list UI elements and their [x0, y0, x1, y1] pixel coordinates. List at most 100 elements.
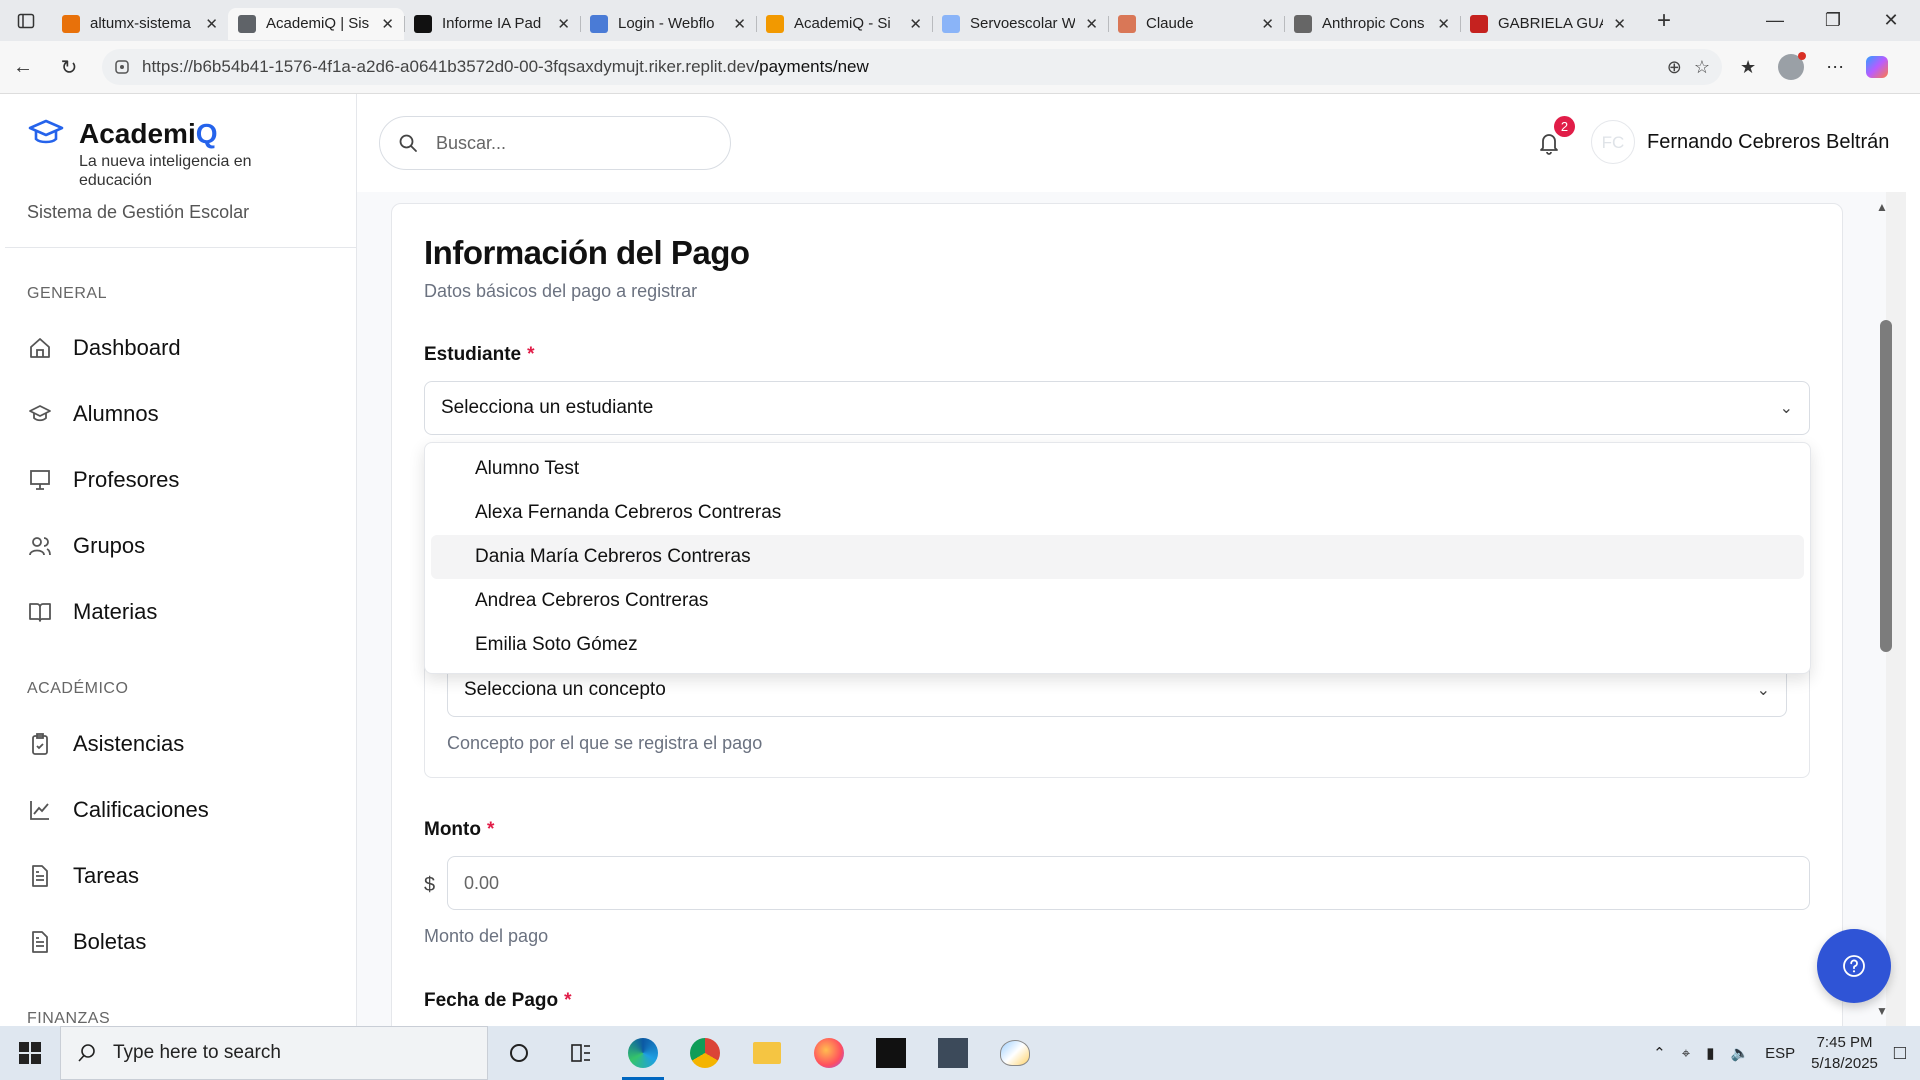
clock[interactable]: 7:45 PM 5/18/2025	[1811, 1032, 1878, 1074]
browser-tab[interactable]: Claude ✕	[1108, 8, 1284, 40]
browser-tab[interactable]: AcademiQ | Sis ✕	[228, 7, 404, 40]
scroll-up-arrow-icon[interactable]: ▲	[1876, 200, 1888, 214]
sidebar-item-tareas[interactable]: Tareas	[27, 863, 139, 889]
scrollbar-thumb[interactable]	[1880, 320, 1892, 652]
network-icon[interactable]: ⌖	[1682, 1045, 1690, 1062]
back-button[interactable]: ←	[0, 56, 46, 79]
browser-tab[interactable]: GABRIELA GUA ✕	[1460, 8, 1636, 40]
chevron-down-icon: ⌄	[1779, 400, 1793, 417]
url-text[interactable]: https://b6b54b41-1576-4f1a-a2d6-a0641b35…	[142, 57, 1655, 77]
taskbar-app-firefox[interactable]	[798, 1026, 860, 1080]
tab-label: Anthropic Cons	[1322, 15, 1425, 32]
favorite-star-icon[interactable]: ☆	[1694, 57, 1710, 78]
user-avatar[interactable]: FC	[1591, 120, 1635, 164]
task-view-button[interactable]	[550, 1026, 612, 1080]
start-button[interactable]	[0, 1026, 60, 1080]
tab-close-icon[interactable]: ✕	[1613, 15, 1626, 33]
more-menu-icon[interactable]: ⋯	[1826, 57, 1844, 78]
clipboard-check-icon	[27, 731, 53, 757]
student-option[interactable]: Emilia Soto Gómez	[431, 623, 1804, 667]
scroll-down-arrow-icon[interactable]: ▼	[1876, 1004, 1888, 1018]
refresh-button[interactable]: ↻	[46, 55, 92, 80]
search-box[interactable]	[379, 116, 731, 170]
student-option[interactable]: Alexa Fernanda Cebreros Contreras	[431, 491, 1804, 535]
tab-close-icon[interactable]: ✕	[381, 15, 394, 33]
tab-actions-button[interactable]	[0, 0, 52, 41]
book-icon	[27, 599, 53, 625]
task-view-icon	[571, 1044, 590, 1062]
taskbar-app-chrome[interactable]	[674, 1026, 736, 1080]
close-window-button[interactable]: ✕	[1862, 10, 1920, 31]
tab-close-icon[interactable]: ✕	[205, 15, 218, 33]
taskbar-search[interactable]: Type here to search	[60, 1026, 488, 1080]
browser-tab[interactable]: altumx-sistema ✕	[52, 8, 228, 40]
taskbar-app-edge[interactable]	[612, 1026, 674, 1080]
tab-close-icon[interactable]: ✕	[1261, 15, 1274, 33]
sidebar-item-alumnos[interactable]: Alumnos	[27, 401, 159, 427]
profile-avatar[interactable]	[1778, 52, 1807, 80]
language-indicator[interactable]: ESP	[1765, 1045, 1795, 1062]
site-info-icon[interactable]	[114, 59, 130, 75]
taskbar-app-remote[interactable]	[922, 1026, 984, 1080]
copilot-icon[interactable]	[1866, 56, 1889, 78]
browser-tab[interactable]: Login - Webflo ✕	[580, 8, 756, 40]
taskbar-app-paint[interactable]	[984, 1026, 1046, 1080]
volume-icon[interactable]: 🔈	[1730, 1044, 1749, 1062]
sidebar-item-label: Tareas	[73, 863, 140, 888]
chevron-up-icon[interactable]: ⌃	[1653, 1044, 1666, 1062]
cortana-button[interactable]	[488, 1026, 550, 1080]
clock-date: 5/18/2025	[1811, 1055, 1878, 1072]
zoom-icon[interactable]: ⊕	[1667, 57, 1682, 78]
paint-icon	[1000, 1040, 1030, 1066]
browser-actions: ★ ⋯	[1740, 52, 1889, 80]
sidebar-item-grupos[interactable]: Grupos	[27, 533, 145, 559]
browser-tab[interactable]: Servoescolar W ✕	[932, 8, 1108, 40]
sidebar-item-dashboard[interactable]: Dashboard	[27, 335, 181, 361]
sidebar-item-materias[interactable]: Materias	[27, 599, 157, 625]
tab-close-icon[interactable]: ✕	[1437, 15, 1450, 33]
brand-name: AcademiQ	[79, 118, 279, 150]
tab-label: AcademiQ | Sis	[266, 15, 370, 32]
help-button[interactable]	[1817, 929, 1891, 1003]
tab-favicon-icon	[1294, 14, 1312, 33]
student-select[interactable]: Selecciona un estudiante ⌄	[424, 381, 1810, 435]
notification-center-icon[interactable]: □	[1894, 1042, 1906, 1065]
student-option[interactable]: Andrea Cebreros Contreras	[431, 579, 1804, 623]
circle-icon	[510, 1044, 528, 1062]
sidebar-item-calificaciones[interactable]: Calificaciones	[27, 797, 209, 823]
tab-label: Servoescolar W	[970, 15, 1076, 32]
taskbar-app-explorer[interactable]	[736, 1026, 798, 1080]
tab-label: GABRIELA GUA	[1498, 15, 1604, 32]
address-bar[interactable]: https://b6b54b41-1576-4f1a-a2d6-a0641b35…	[102, 49, 1722, 85]
currency-symbol: $	[424, 874, 436, 896]
predator-icon	[876, 1038, 906, 1068]
taskbar-app-predator[interactable]	[860, 1026, 922, 1080]
tab-favicon-icon	[1470, 14, 1488, 33]
tab-close-icon[interactable]: ✕	[733, 15, 746, 33]
system-tray: ⌃ ⌖ ▮ 🔈 ESP 7:45 PM 5/18/2025 □	[1653, 1032, 1920, 1074]
new-tab-button[interactable]: +	[1644, 7, 1684, 35]
brand[interactable]: AcademiQ La nueva inteligencia en educac…	[27, 118, 279, 190]
sidebar-item-boletas[interactable]: Boletas	[27, 929, 146, 955]
minimize-button[interactable]: —	[1746, 10, 1804, 31]
search-input[interactable]	[436, 132, 676, 154]
tab-close-icon[interactable]: ✕	[909, 15, 922, 33]
amount-input[interactable]	[447, 856, 1810, 910]
tab-close-icon[interactable]: ✕	[1085, 15, 1098, 33]
browser-tab[interactable]: Informe IA Pad ✕	[404, 8, 580, 40]
battery-icon[interactable]: ▮	[1706, 1044, 1714, 1062]
maximize-button[interactable]: ❐	[1804, 10, 1862, 31]
favorites-icon[interactable]: ★	[1740, 57, 1756, 78]
browser-tab[interactable]: AcademiQ - Si ✕	[756, 8, 932, 40]
browser-tab[interactable]: Anthropic Cons ✕	[1284, 8, 1460, 40]
student-label: Estudiante *	[424, 344, 535, 366]
user-name[interactable]: Fernando Cebreros Beltrán	[1647, 131, 1889, 154]
sidebar-item-label: Boletas	[73, 929, 147, 954]
tab-label: altumx-sistema	[90, 15, 191, 32]
tab-close-icon[interactable]: ✕	[557, 15, 570, 33]
sidebar-item-profesores[interactable]: Profesores	[27, 467, 179, 493]
student-option[interactable]: Alumno Test	[431, 447, 1804, 491]
url-host: https://b6b54b41-1576-4f1a-a2d6-a0641b35…	[142, 57, 755, 76]
sidebar-item-asistencias[interactable]: Asistencias	[27, 731, 184, 757]
student-option[interactable]: Dania María Cebreros Contreras	[431, 535, 1804, 579]
